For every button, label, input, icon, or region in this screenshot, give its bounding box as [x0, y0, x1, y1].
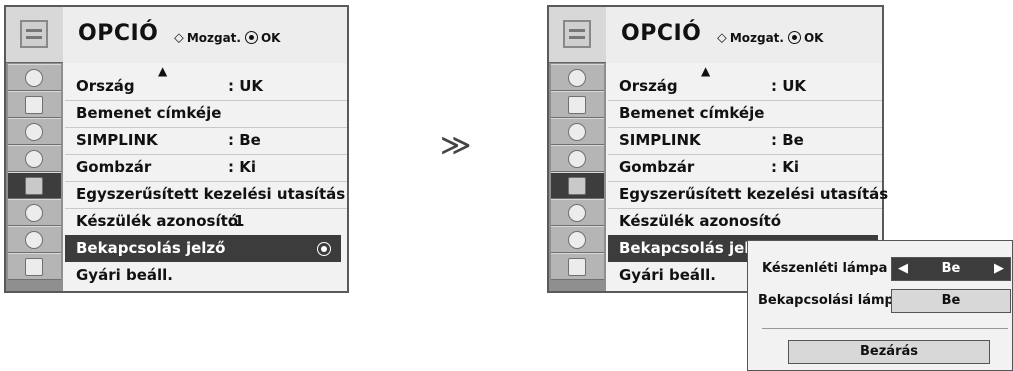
option-menu-panel-left: OPCIÓ ⬦ Mozgat. OK ▲ Ország : UK Bemenet cí…: [4, 5, 349, 293]
menu-item-label: Bemenet címkéje: [619, 104, 765, 122]
transition-arrow-icon: ≫: [440, 128, 472, 163]
menu-item-factory-reset[interactable]: Gyári beáll.: [76, 262, 173, 289]
usb-icon[interactable]: [8, 226, 61, 253]
menu-item-set-id[interactable]: Készülék azonosító: [619, 208, 781, 235]
menu-item-value: : UK: [228, 77, 264, 95]
setup-icon[interactable]: [551, 253, 604, 280]
menu-item-key-lock[interactable]: Gombzár : Ki: [76, 154, 256, 181]
menu-item-simple-manual[interactable]: Egyszerűsített kezelési utasítás: [76, 181, 345, 208]
left-arrow-icon[interactable]: ◀: [898, 258, 908, 280]
menu-item-simple-manual[interactable]: Egyszerűsített kezelési utasítás: [619, 181, 888, 208]
close-button[interactable]: Bezárás: [788, 340, 990, 364]
menu-item-power-indicator[interactable]: Bekapcsolás jelző: [65, 235, 341, 262]
menu-item-label: Egyszerűsített kezelési utasítás: [76, 185, 346, 203]
nav-label: Mozgat.: [729, 31, 784, 45]
screen-icon[interactable]: [8, 91, 61, 118]
ok-button-icon: [787, 31, 801, 44]
menu-item-set-id[interactable]: Készülék azonosító:1: [76, 208, 244, 235]
ok-label: OK: [260, 31, 281, 45]
menu-item-key-lock[interactable]: Gombzár : Ki: [619, 154, 799, 181]
menu-item-value: : Be: [228, 131, 261, 149]
picture-icon[interactable]: [8, 64, 61, 91]
audio-icon[interactable]: [8, 118, 61, 145]
standby-lamp-label: Készenléti lámpa: [762, 261, 888, 276]
menu-title: OPCIÓ: [621, 21, 702, 46]
move-arrows-icon: ⬦: [717, 30, 727, 46]
menu-item-value: : Ki: [771, 158, 799, 176]
selected-radio-icon: [317, 242, 331, 256]
power-indicator-popup: Készenléti lámpa ◀ Be ▶ Bekapcsolási lám…: [747, 240, 1013, 371]
time-icon[interactable]: [551, 145, 604, 172]
option-menu-icon: [6, 7, 63, 63]
menu-item-label: Gombzár: [619, 158, 695, 176]
ok-label: OK: [803, 31, 824, 45]
lock-icon[interactable]: [8, 199, 61, 226]
menu-item-country[interactable]: Ország : UK: [619, 73, 806, 100]
menu-item-simplink[interactable]: SIMPLINK : Be: [76, 127, 261, 154]
menu-item-label: Gombzár: [76, 158, 152, 176]
scroll-up-icon[interactable]: ▲: [158, 64, 167, 78]
power-lamp-value: Be: [941, 293, 961, 308]
menu-item-country[interactable]: Ország : UK: [76, 73, 263, 100]
ok-button-icon: [244, 31, 258, 44]
menu-item-label: SIMPLINK: [76, 131, 158, 149]
nav-hint: ⬦ Mozgat. OK: [174, 30, 280, 46]
menu-item-value: : Be: [771, 131, 804, 149]
screen-icon[interactable]: [551, 91, 604, 118]
menu-item-input-label[interactable]: Bemenet címkéje: [76, 100, 221, 127]
move-arrows-icon: ⬦: [174, 30, 184, 46]
menu-item-label: Bekapcsolás jelző: [76, 239, 226, 257]
nav-label: Mozgat.: [186, 31, 241, 45]
menu-item-input-label[interactable]: Bemenet címkéje: [619, 100, 764, 127]
power-lamp-label: Bekapcsolási lámpa: [758, 293, 903, 308]
menu-item-label: Gyári beáll.: [76, 266, 173, 284]
option-icon[interactable]: [8, 172, 61, 199]
menu-item-label: Ország: [76, 77, 135, 95]
power-lamp-selector[interactable]: Be: [891, 289, 1011, 313]
menu-item-label: Egyszerűsített kezelési utasítás: [619, 185, 889, 203]
scroll-up-icon[interactable]: ▲: [701, 64, 710, 78]
nav-hint: ⬦ Mozgat. OK: [717, 30, 823, 46]
right-arrow-icon[interactable]: ▶: [994, 258, 1004, 280]
audio-icon[interactable]: [551, 118, 604, 145]
menu-item-value: :1: [228, 212, 245, 230]
menu-item-label: Készülék azonosító: [76, 212, 239, 230]
option-icon[interactable]: [551, 172, 604, 199]
menu-title: OPCIÓ: [78, 21, 159, 46]
divider: [762, 328, 1008, 329]
standby-lamp-value: Be: [941, 261, 961, 276]
menu-item-label: Gyári beáll.: [619, 266, 716, 284]
usb-icon[interactable]: [551, 226, 604, 253]
menu-item-label: Készülék azonosító: [619, 212, 782, 230]
menu-item-label: Bemenet címkéje: [76, 104, 222, 122]
lock-icon[interactable]: [551, 199, 604, 226]
time-icon[interactable]: [8, 145, 61, 172]
menu-item-value: : Ki: [228, 158, 256, 176]
menu-item-label: Ország: [619, 77, 678, 95]
menu-item-simplink[interactable]: SIMPLINK : Be: [619, 127, 804, 154]
picture-icon[interactable]: [551, 64, 604, 91]
option-menu-icon: [549, 7, 606, 63]
standby-lamp-selector[interactable]: ◀ Be ▶: [891, 257, 1011, 281]
menu-item-label: SIMPLINK: [619, 131, 701, 149]
menu-item-value: : UK: [771, 77, 807, 95]
setup-icon[interactable]: [8, 253, 61, 280]
menu-item-factory-reset[interactable]: Gyári beáll.: [619, 262, 716, 289]
